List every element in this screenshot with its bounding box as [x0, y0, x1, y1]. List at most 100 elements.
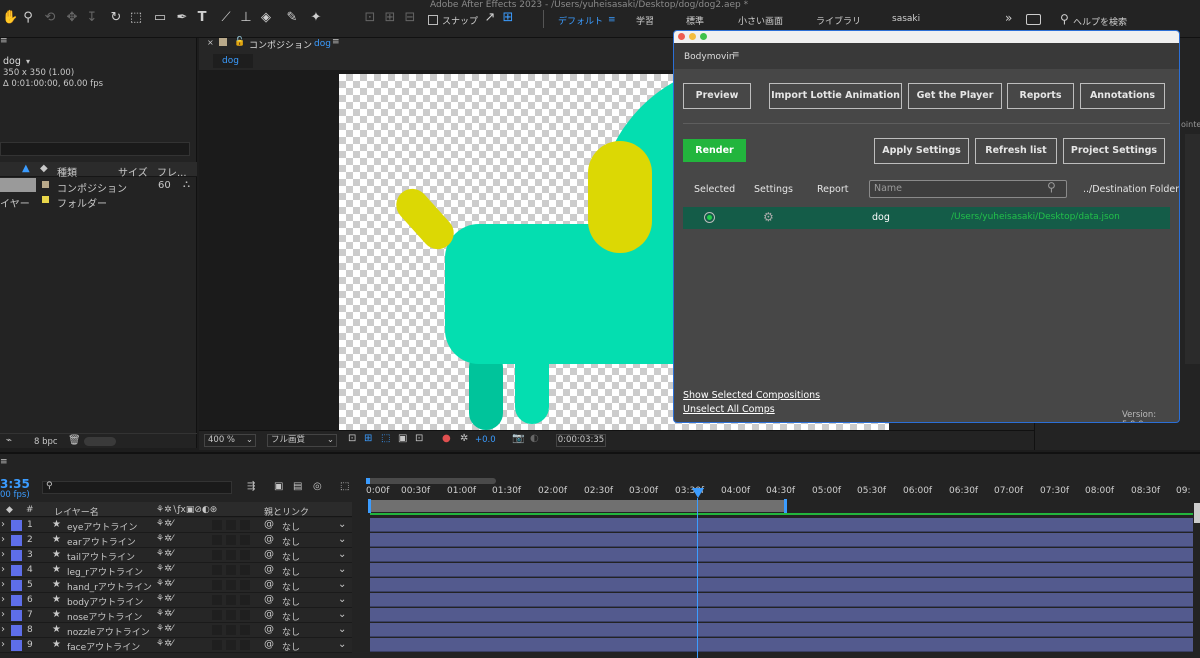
zoom-tool-icon[interactable]: ⚲ — [20, 10, 36, 26]
expand-chevron-icon[interactable]: › — [1, 579, 5, 590]
header-type[interactable]: 種類 — [57, 164, 77, 179]
layer-duration-bar[interactable] — [370, 533, 1193, 547]
expand-chevron-icon[interactable]: › — [1, 639, 5, 650]
layer-name[interactable]: eyeアウトライン — [67, 520, 137, 533]
apply-settings-button[interactable]: Apply Settings — [874, 138, 969, 164]
layer-name[interactable]: hand_rアウトライン — [67, 580, 152, 593]
parent-select[interactable]: なし — [282, 565, 300, 578]
switch-box[interactable] — [240, 610, 250, 620]
rectangle-tool-icon[interactable]: ▭ — [152, 10, 168, 26]
pickwhip-icon[interactable]: @ — [264, 594, 274, 605]
close-icon[interactable]: × — [207, 38, 214, 47]
layer-duration-bar[interactable] — [370, 518, 1193, 532]
motion-blur-icon[interactable]: ◎ — [313, 481, 322, 492]
switch-box[interactable] — [240, 625, 250, 635]
layer-row[interactable]: › 9 ★ faceアウトライン ⚘✲⁄ @ なし ⌄ — [0, 638, 352, 653]
label-color-swatch[interactable] — [11, 520, 22, 531]
panel-menu-icon[interactable]: ≡ — [0, 457, 8, 467]
expand-chevron-icon[interactable]: › — [1, 534, 5, 545]
workspace-standard[interactable]: 標準 — [686, 14, 704, 27]
layer-switches-icon[interactable]: ⚘✲⁄ — [156, 519, 173, 529]
layer-switches-icon[interactable]: ⚘✲⁄ — [156, 549, 173, 559]
layer-name[interactable]: earアウトライン — [67, 535, 136, 548]
project-settings-button[interactable]: Project Settings — [1063, 138, 1165, 164]
layer-switches-icon[interactable]: ⚘✲⁄ — [156, 564, 173, 574]
workspace-learn[interactable]: 学習 — [636, 14, 654, 27]
color-channels-icon[interactable]: ● — [442, 433, 451, 444]
layer-duration-bar[interactable] — [370, 563, 1193, 577]
layer-row[interactable]: › 5 ★ hand_rアウトライン ⚘✲⁄ @ なし ⌄ — [0, 578, 352, 593]
header-size[interactable]: サイズ — [118, 164, 148, 179]
view-axis-icon[interactable]: ⊟ — [402, 10, 418, 26]
reset-exposure-icon[interactable]: ✲ — [460, 433, 468, 444]
workspace-menu-icon[interactable]: ≡ — [608, 15, 616, 25]
panel-menu-icon[interactable]: ≡ — [332, 37, 340, 47]
parent-select[interactable]: なし — [282, 610, 300, 623]
parent-select[interactable]: なし — [282, 640, 300, 653]
switch-box[interactable] — [240, 535, 250, 545]
gear-icon[interactable]: ⚙ — [763, 210, 774, 224]
switch-box[interactable] — [212, 595, 222, 605]
sort-up-icon[interactable]: ▲ — [22, 163, 30, 174]
switch-box[interactable] — [226, 580, 236, 590]
switch-box[interactable] — [240, 640, 250, 650]
workspace-library[interactable]: ライブラリ — [816, 14, 861, 27]
region-of-interest-icon[interactable]: ▣ — [398, 433, 407, 444]
parent-select[interactable]: なし — [282, 595, 300, 608]
expand-chevron-icon[interactable]: › — [1, 519, 5, 530]
switch-box[interactable] — [226, 535, 236, 545]
snap-option-icon[interactable]: ↗ — [482, 10, 498, 26]
switch-box[interactable] — [226, 565, 236, 575]
show-snapshot-icon[interactable]: ◐ — [530, 433, 539, 444]
switch-box[interactable] — [212, 625, 222, 635]
chevron-down-icon[interactable]: ⌄ — [338, 609, 346, 620]
layer-switches-icon[interactable]: ⚘✲⁄ — [156, 534, 173, 544]
minimize-window-button[interactable] — [689, 33, 696, 40]
comp-mini-flowchart-icon[interactable]: ⇶ — [247, 481, 255, 492]
comp-tab-name[interactable]: dog — [314, 39, 331, 49]
name-search-input[interactable]: Name — [869, 180, 1067, 198]
workspace-sasaki[interactable]: sasaki — [892, 14, 920, 24]
switch-box[interactable] — [212, 520, 222, 530]
header-frame[interactable]: フレ... — [157, 164, 187, 179]
snap-grid-icon[interactable]: ⊞ — [500, 10, 516, 26]
project-item-row[interactable]: コンポジション 60 ⛬ — [0, 178, 197, 195]
switch-box[interactable] — [212, 580, 222, 590]
exposure-value[interactable]: +0.0 — [475, 435, 496, 445]
header-parent[interactable]: 親とリンク — [264, 505, 309, 518]
layer-duration-bar[interactable] — [370, 608, 1193, 622]
parent-select[interactable]: なし — [282, 550, 300, 563]
project-search-input[interactable] — [0, 142, 190, 156]
render-button[interactable]: Render — [683, 139, 746, 162]
expand-chevron-icon[interactable]: › — [1, 609, 5, 620]
timeline-end-handle[interactable] — [1194, 503, 1200, 523]
layer-row[interactable]: › 8 ★ nozzleアウトライン ⚘✲⁄ @ なし ⌄ — [0, 623, 352, 638]
chevron-down-icon[interactable]: ⌄ — [338, 519, 346, 530]
comp-tab-label[interactable]: コンポジション — [249, 38, 312, 51]
layer-name[interactable]: nozzleアウトライン — [67, 625, 150, 638]
search-icon[interactable]: ⚲ — [1060, 12, 1069, 26]
layer-name[interactable]: leg_rアウトライン — [67, 565, 143, 578]
timecode-field[interactable]: 0:00:03:35 — [556, 434, 606, 447]
parent-select[interactable]: なし — [282, 535, 300, 548]
workspace-overflow-button[interactable]: » — [1005, 11, 1012, 25]
dolly-camera-icon[interactable]: ↧ — [84, 10, 100, 26]
work-area-bar[interactable] — [368, 500, 786, 512]
close-window-button[interactable] — [678, 33, 685, 40]
switch-box[interactable] — [226, 610, 236, 620]
grid-guides-icon[interactable]: ⊡ — [415, 433, 423, 444]
layer-duration-bar[interactable] — [370, 623, 1193, 637]
hand-tool-icon[interactable]: ✋ — [2, 10, 18, 26]
layer-switches-icon[interactable]: ⚘✲⁄ — [156, 594, 173, 604]
shy-layers-icon[interactable]: ▤ — [293, 481, 302, 492]
import-lottie-button[interactable]: Import Lottie Animation — [769, 83, 902, 109]
layer-duration-bar[interactable] — [370, 578, 1193, 592]
layer-row[interactable]: › 4 ★ leg_rアウトライン ⚘✲⁄ @ なし ⌄ — [0, 563, 352, 578]
snap-checkbox[interactable] — [428, 15, 438, 25]
expand-chevron-icon[interactable]: › — [1, 549, 5, 560]
reports-button[interactable]: Reports — [1007, 83, 1074, 109]
pickwhip-icon[interactable]: @ — [264, 564, 274, 575]
layer-row[interactable]: › 7 ★ noseアウトライン ⚘✲⁄ @ なし ⌄ — [0, 608, 352, 623]
chevron-down-icon[interactable]: ⌄ — [338, 549, 346, 560]
layer-switches-icon[interactable]: ⚘✲⁄ — [156, 609, 173, 619]
